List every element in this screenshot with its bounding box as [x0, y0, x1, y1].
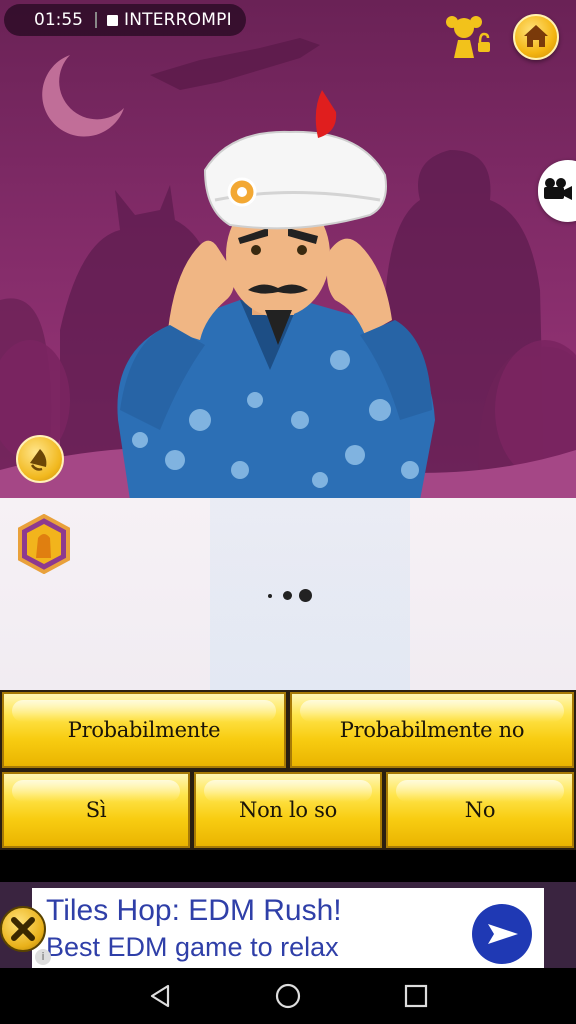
- no-button[interactable]: No: [386, 772, 574, 848]
- dot-large: [299, 589, 312, 602]
- game-scene: 01:55 INTERROMPI: [0, 0, 576, 500]
- sound-button[interactable]: [16, 435, 64, 483]
- close-icon: [11, 917, 35, 941]
- dont-know-label: Non lo so: [239, 798, 337, 822]
- no-label: No: [464, 798, 496, 822]
- ad-play-button[interactable]: [472, 904, 532, 964]
- genie-eye-left: [251, 245, 261, 255]
- crescent-moon: [42, 55, 124, 137]
- girl-lock-icon[interactable]: [446, 12, 496, 62]
- dont-know-button[interactable]: Non lo so: [194, 772, 382, 848]
- thinking-indicator: •••: [264, 586, 324, 604]
- system-navigation-bar: [0, 968, 576, 1024]
- video-button[interactable]: [538, 160, 576, 222]
- probably-label: Probabilmente: [67, 718, 221, 742]
- probably-button[interactable]: Probabilmente: [2, 692, 286, 768]
- recents-square-icon[interactable]: [402, 982, 430, 1010]
- recording-divider: [95, 12, 97, 28]
- recording-time: 01:55: [34, 10, 83, 30]
- dot-small: [268, 594, 272, 598]
- probably-not-label: Probabilmente no: [339, 718, 525, 742]
- ad-title[interactable]: Tiles Hop: EDM Rush!: [46, 894, 342, 928]
- turban-feather: [315, 90, 337, 138]
- probably-not-button[interactable]: Probabilmente no: [290, 692, 574, 768]
- dot-medium: [283, 591, 292, 600]
- info-icon[interactable]: i: [35, 949, 51, 965]
- home-button[interactable]: [513, 14, 559, 60]
- horn-icon: [30, 449, 47, 471]
- stop-icon: [107, 14, 118, 26]
- spacer: [0, 850, 576, 882]
- yes-button[interactable]: Sì: [2, 772, 190, 848]
- ad-banner[interactable]: Tiles Hop: EDM Rush! Best EDM game to re…: [32, 888, 544, 968]
- play-icon: [488, 924, 518, 944]
- flying-silhouette: [150, 38, 320, 90]
- genie-turban: [203, 130, 387, 230]
- screen-recording-indicator[interactable]: 01:55 INTERROMPI: [4, 4, 246, 36]
- home-circle-icon[interactable]: [274, 982, 302, 1010]
- answer-buttons: Probabilmente Probabilmente no Sì Non lo…: [0, 690, 576, 850]
- scene-illustration: [0, 38, 576, 500]
- ad-close-button[interactable]: [0, 906, 46, 952]
- back-triangle-icon[interactable]: [146, 982, 174, 1010]
- camera-icon: [544, 178, 572, 200]
- yes-label: Sì: [85, 798, 107, 822]
- stop-recording-button[interactable]: INTERROMPI: [124, 10, 232, 30]
- ad-subtitle[interactable]: Best EDM game to relax: [46, 932, 339, 963]
- genie-eye-right: [297, 245, 307, 255]
- character-badge-icon[interactable]: [16, 513, 72, 575]
- home-icon: [524, 25, 548, 47]
